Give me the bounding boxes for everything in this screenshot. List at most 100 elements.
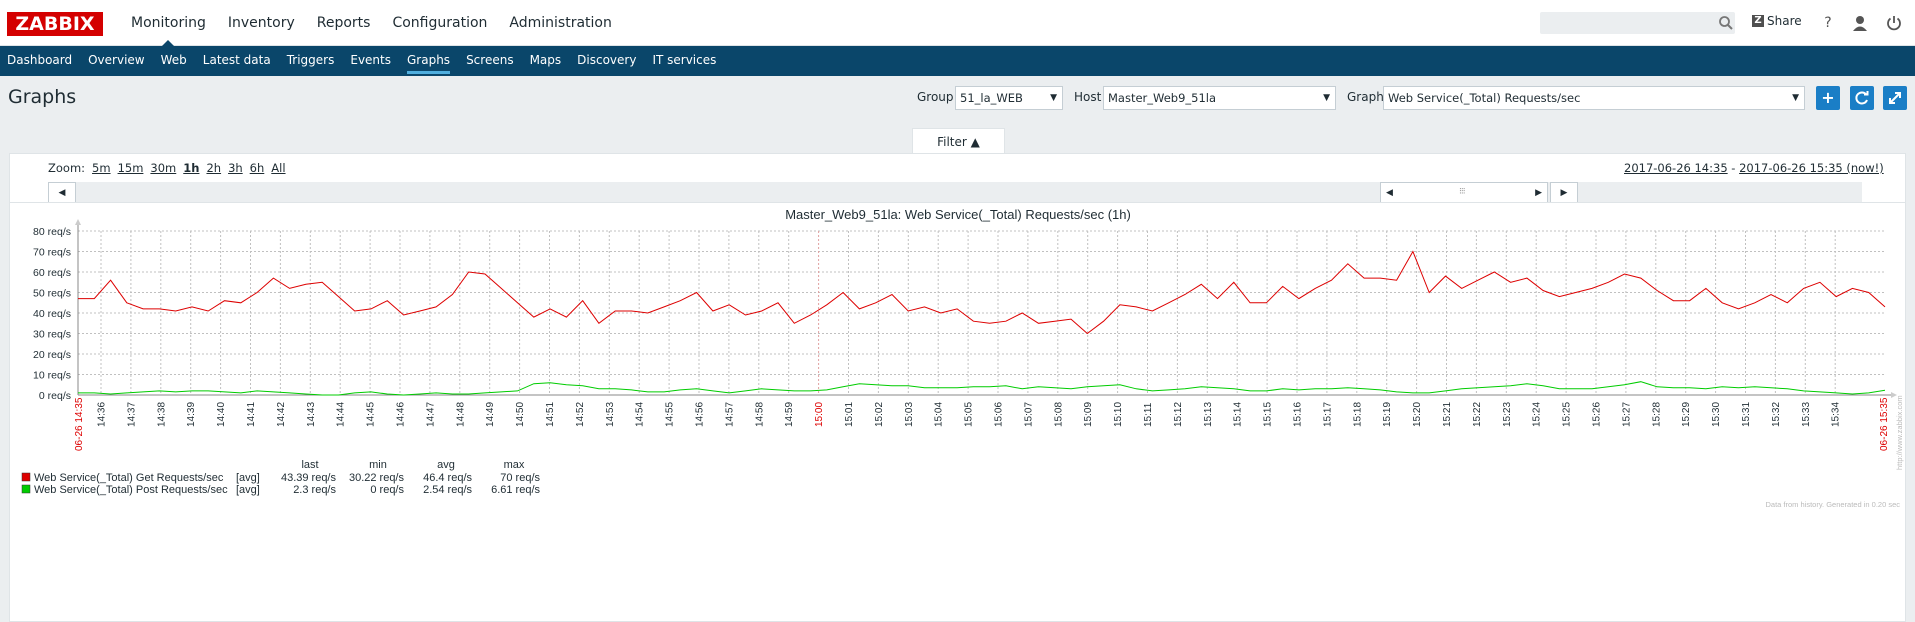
x-tick-label: 15:25 [1562, 402, 1573, 427]
x-tick-label: 15:30 [1711, 402, 1722, 427]
top-menu-administration[interactable]: Administration [498, 0, 622, 46]
slider-right-handle[interactable]: ▶ [1535, 188, 1542, 198]
sub-menu-overview[interactable]: Overview [80, 46, 153, 76]
chevron-down-icon: ▼ [1323, 93, 1330, 103]
x-tick-label: 14:48 [455, 402, 466, 427]
x-tick-label: 15:21 [1442, 402, 1453, 427]
x-tick-label: 14:37 [126, 402, 137, 427]
host-select[interactable]: Master_Web9_51la ▼ [1103, 86, 1336, 110]
sub-menu-maps[interactable]: Maps [522, 46, 570, 76]
x-tick-label: 15:29 [1681, 402, 1692, 427]
sub-menu-web[interactable]: Web [153, 46, 195, 76]
x-tick-label: 14:47 [425, 402, 436, 427]
x-tick-label: 15:31 [1741, 402, 1752, 427]
legend-last-value: 43.39 req/s [281, 472, 337, 484]
top-menu-configuration[interactable]: Configuration [381, 0, 498, 46]
y-tick-label: 60 req/s [33, 267, 71, 279]
zoom-option-6h[interactable]: 6h [250, 161, 265, 175]
legend-series-name: Web Service(_Total) Get Requests/sec [34, 472, 224, 484]
period-from-link[interactable]: 2017-06-26 14:35 [1624, 161, 1728, 175]
period-slider[interactable]: ◀ ⁝⁝⁝ ▶ [1380, 182, 1548, 204]
x-tick-label: 14:55 [665, 402, 676, 427]
sub-menu-it-services[interactable]: IT services [644, 46, 724, 76]
x-tick-label: 15:10 [1113, 402, 1124, 427]
timeline-scrollbar[interactable]: ◀ ◀ ⁝⁝⁝ ▶ ▶ [48, 182, 1862, 204]
y-tick-label: 20 req/s [33, 349, 71, 361]
scroll-left-button[interactable]: ◀ [48, 182, 76, 204]
refresh-button[interactable] [1850, 86, 1874, 110]
zoom-label: Zoom: [48, 161, 86, 175]
sub-menu-screens[interactable]: Screens [458, 46, 522, 76]
x-tick-label: 14:58 [754, 402, 765, 427]
zoom-option-all[interactable]: All [271, 161, 285, 175]
x-tick-label: 14:50 [515, 402, 526, 427]
legend-header-min: min [369, 459, 387, 471]
legend-swatch [21, 472, 31, 482]
zoom-option-3h[interactable]: 3h [228, 161, 243, 175]
group-select-value: 51_la_WEB [960, 91, 1023, 105]
y-tick-label: 50 req/s [33, 288, 71, 300]
sub-menu-dashboard[interactable]: Dashboard [0, 46, 80, 76]
legend-avg-value: 46.4 req/s [423, 472, 472, 484]
power-icon[interactable] [1884, 13, 1904, 33]
group-label: Group [917, 90, 954, 104]
slider-left-handle[interactable]: ◀ [1386, 188, 1393, 198]
group-select[interactable]: 51_la_WEB ▼ [955, 86, 1063, 110]
x-tick-label: 14:56 [695, 402, 706, 427]
add-to-favourites-button[interactable]: + [1816, 86, 1840, 110]
sub-menu-triggers[interactable]: Triggers [279, 46, 343, 76]
legend-header-avg: avg [437, 459, 455, 471]
x-tick-label: 15:26 [1592, 402, 1603, 427]
page-title: Graphs [8, 86, 77, 108]
search-icon[interactable] [1718, 15, 1734, 31]
search-input[interactable] [1540, 12, 1735, 34]
legend-min-value: 0 req/s [370, 484, 404, 496]
zoom-option-30m[interactable]: 30m [150, 161, 176, 175]
zoom-option-2h[interactable]: 2h [206, 161, 221, 175]
y-axis-arrow [75, 219, 81, 225]
top-menu-monitoring[interactable]: Monitoring [120, 0, 217, 47]
user-icon[interactable] [1850, 13, 1870, 33]
x-tick-label: 15:22 [1472, 402, 1483, 427]
legend-min-value: 30.22 req/s [349, 472, 405, 484]
x-tick-label: 15:13 [1203, 402, 1214, 427]
requests-graph[interactable]: Master_Web9_51la: Web Service(_Total) Re… [10, 207, 1907, 622]
x-tick-label: 15:02 [874, 402, 885, 427]
x-tick-label: 15:17 [1322, 402, 1333, 427]
y-tick-label: 0 req/s [39, 390, 71, 402]
share-button[interactable]: Z Share [1752, 14, 1802, 28]
graph-watermark: http://www.zabbix.com [1895, 395, 1904, 470]
top-menu-reports[interactable]: Reports [306, 0, 382, 46]
x-tick-label: 14:59 [784, 402, 795, 427]
sub-menu-discovery[interactable]: Discovery [569, 46, 644, 76]
chevron-down-icon: ▼ [1050, 93, 1057, 103]
x-tick-label: 15:28 [1651, 402, 1662, 427]
x-tick-label: 15:01 [844, 402, 855, 427]
x-tick-label: 15:03 [904, 402, 915, 427]
filter-toggle-tab[interactable]: Filter ▲ [912, 128, 1005, 154]
x-tick-label: 15:34 [1831, 402, 1842, 427]
x-tick-label: 14:38 [156, 402, 167, 427]
fullscreen-button[interactable] [1883, 86, 1907, 110]
x-end-label: 06-26 15:35 [1879, 397, 1890, 451]
top-menu-inventory[interactable]: Inventory [217, 0, 306, 46]
zoom-option-1h[interactable]: 1h [183, 161, 199, 175]
refresh-icon [1855, 91, 1869, 105]
period-to-link[interactable]: 2017-06-26 15:35 (now!) [1739, 161, 1884, 175]
zoom-option-15m[interactable]: 15m [118, 161, 144, 175]
graph-select[interactable]: Web Service(_Total) Requests/sec ▼ [1383, 86, 1805, 110]
legend-max-value: 70 req/s [500, 472, 540, 484]
sub-menu-events[interactable]: Events [342, 46, 399, 76]
legend-agg: [avg] [236, 484, 260, 496]
help-icon[interactable]: ? [1818, 13, 1838, 33]
x-tick-label: 15:08 [1053, 402, 1064, 427]
zoom-option-5m[interactable]: 5m [92, 161, 111, 175]
scroll-right-button[interactable]: ▶ [1550, 182, 1578, 204]
period-range: 2017-06-26 14:35 - 2017-06-26 15:35 (now… [1624, 161, 1884, 175]
sub-menu-graphs[interactable]: Graphs [399, 46, 458, 76]
top-bar: ZABBIX Monitoring Inventory Reports Configu… [0, 0, 1915, 47]
x-tick-label: 15:24 [1532, 402, 1543, 427]
zabbix-logo[interactable]: ZABBIX [7, 12, 103, 36]
sub-menu-latest-data[interactable]: Latest data [195, 46, 279, 76]
legend-avg-value: 2.54 req/s [423, 484, 472, 496]
